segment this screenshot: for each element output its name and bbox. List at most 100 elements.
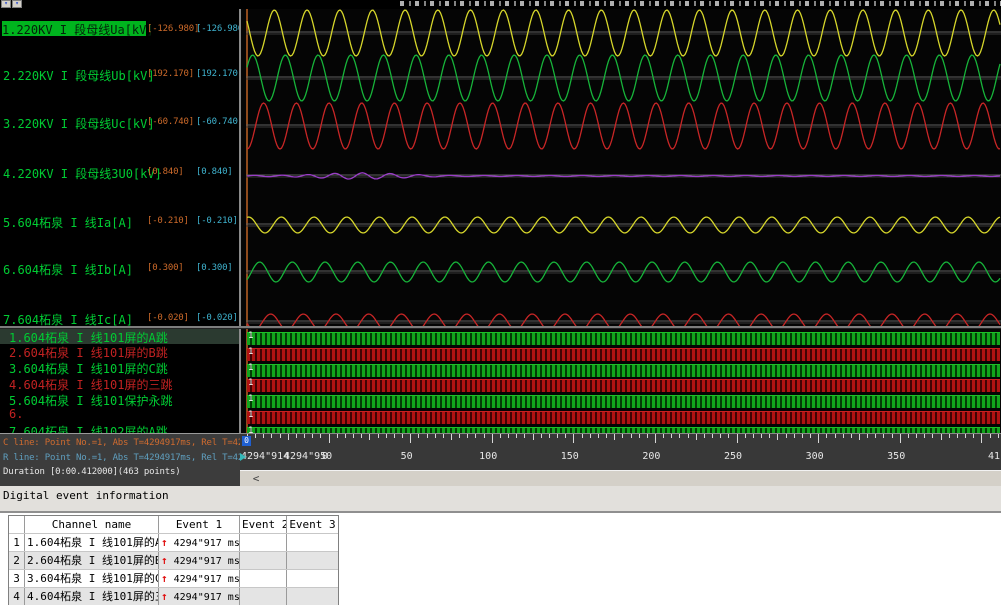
axis-tick xyxy=(320,434,321,438)
digital-state-label: 1 xyxy=(248,363,253,373)
channel-name-panel: 1.220KV I 段母线Ua[kV][-126.980][-126.980] 2… xyxy=(0,9,240,433)
axis-tick xyxy=(451,434,452,440)
axis-tick xyxy=(998,434,999,438)
axis-tick xyxy=(565,434,566,438)
event-channel-name: 2.604柘泉 I 线101屏的B跳 xyxy=(24,552,158,569)
axis-tick xyxy=(745,434,746,438)
analog-channel-row[interactable]: 2.220KV I 段母线Ub[kV][192.170][192.170] xyxy=(0,66,240,82)
event-time: 4294"917 ms xyxy=(174,538,239,549)
axis-tick xyxy=(981,434,982,443)
event-table-header-cell: Event 1 xyxy=(158,516,239,533)
axis-tick xyxy=(973,434,974,438)
digital-channel-row[interactable]: 7.604柘泉 I 线102屏的A跳 xyxy=(0,423,240,433)
analog-channel-label[interactable]: 2.220KV I 段母线Ub[kV] xyxy=(3,67,155,84)
axis-tick xyxy=(492,434,493,443)
digital-channel-row[interactable]: 4.604柘泉 I 线101屏的三跳 xyxy=(0,376,240,391)
event-2-cell xyxy=(239,534,286,551)
digital-channel-row[interactable]: 5.604柘泉 I 线101保护永跳 xyxy=(0,392,240,407)
axis-tick xyxy=(418,434,419,438)
event-3-cell xyxy=(286,570,338,587)
toolbar-button-1[interactable]: ▾ xyxy=(1,0,11,8)
event-2-cell xyxy=(239,588,286,605)
axis-tick xyxy=(647,434,648,438)
event-2-cell xyxy=(239,552,286,569)
event-table-row[interactable]: 44.604柘泉 I 线101屏的三跳↑4294"917 ms xyxy=(9,587,338,605)
digital-trace-bar[interactable]: 1 xyxy=(247,395,1000,408)
digital-channel-row[interactable]: 6. xyxy=(0,407,240,422)
axis-tick xyxy=(957,434,958,438)
axis-tick xyxy=(590,434,591,438)
digital-trace-bar[interactable]: 1 xyxy=(247,379,1000,392)
rising-edge-arrow-icon: ↑ xyxy=(161,554,168,567)
event-time: 4294"917 ms xyxy=(174,556,239,567)
analog-channel-row[interactable]: 4.220KV I 段母线3U0[kV][0.840][0.840] xyxy=(0,164,240,180)
horizontal-scrollbar[interactable]: < xyxy=(240,470,1001,486)
event-table-header-cell: Channel name xyxy=(24,516,158,533)
scroll-left-button[interactable]: < xyxy=(248,471,264,486)
toolbar-button-2[interactable]: ▾ xyxy=(12,0,22,8)
axis-tick-label: 350 xyxy=(887,451,905,462)
analog-channel-instant-value: [0.840] xyxy=(147,167,184,177)
analog-channel-instant-value: [-0.210] xyxy=(147,216,189,226)
event-table-area: Channel nameEvent 1Event 2Event 311.604柘… xyxy=(0,513,1001,605)
axis-tick xyxy=(859,434,860,440)
axis-tick-label: 0 xyxy=(322,451,328,462)
digital-channel-row[interactable]: 1.604柘泉 I 线101屏的A跳 xyxy=(0,329,240,344)
analog-channel-row[interactable]: 6.604柘泉 I 线Ib[A][0.300][0.300] xyxy=(0,260,240,276)
analog-channel-label[interactable]: 4.220KV I 段母线3U0[kV] xyxy=(3,165,162,182)
axis-tick xyxy=(329,434,330,443)
analog-channel-row[interactable]: 3.220KV I 段母线Uc[kV][-60.740][-60.740] xyxy=(0,114,240,130)
analog-channel-row[interactable]: 5.604柘泉 I 线Ia[A] [-0.210] [-0.210] xyxy=(0,213,240,229)
axis-tick xyxy=(484,434,485,438)
event-table-row[interactable]: 11.604柘泉 I 线101屏的A跳↑4294"917 ms xyxy=(9,533,338,551)
axis-tick xyxy=(598,434,599,438)
digital-trace-bar[interactable]: 1 xyxy=(247,411,1000,424)
axis-tick xyxy=(761,434,762,438)
axis-tick xyxy=(728,434,729,438)
digital-trace-bar[interactable]: 1 xyxy=(247,332,1000,345)
waveform-viewer-window: ▾ ▾ 1.220KV I 段母线Ua[kV][-126.980][-126.9… xyxy=(0,0,1001,605)
time-axis[interactable]: 4294"9144294"95005010015020025030035041 … xyxy=(240,433,1001,470)
analog-channel-label[interactable]: 3.220KV I 段母线Uc[kV] xyxy=(3,115,155,132)
analog-channel-label[interactable]: 1.220KV I 段母线Ua[kV] xyxy=(2,21,146,36)
event-1-cell: ↑4294"917 ms xyxy=(158,534,239,551)
axis-tick xyxy=(337,434,338,438)
analog-channel-row[interactable]: 1.220KV I 段母线Ua[kV][-126.980][-126.980] xyxy=(0,21,240,37)
analog-channel-instant-value: [-60.740] xyxy=(147,117,194,127)
analog-channel-label[interactable]: 6.604柘泉 I 线Ib[A] xyxy=(3,261,133,278)
event-table-header-row: Channel nameEvent 1Event 2Event 3 xyxy=(9,516,338,533)
axis-tick xyxy=(720,434,721,438)
axis-tick xyxy=(826,434,827,438)
digital-channel-row[interactable]: 2.604柘泉 I 线101屏的B跳 xyxy=(0,344,240,359)
event-row-number: 4 xyxy=(9,588,24,605)
axis-tick xyxy=(467,434,468,438)
analog-channel-row[interactable]: 7.604柘泉 I 线Ic[A][-0.020][-0.020] xyxy=(0,310,240,326)
section-title: Digital event information xyxy=(3,489,169,502)
waveform-area[interactable]: 1111111 xyxy=(240,9,1001,433)
panel-splitter[interactable] xyxy=(239,9,241,487)
axis-tick xyxy=(883,434,884,438)
digital-trace-bar[interactable]: 1 xyxy=(247,364,1000,377)
event-table-row[interactable]: 22.604柘泉 I 线101屏的B跳↑4294"917 ms xyxy=(9,551,338,569)
axis-tick xyxy=(459,434,460,438)
event-table-row[interactable]: 33.604柘泉 I 线101屏的C跳↑4294"917 ms xyxy=(9,569,338,587)
event-time: 4294"917 ms xyxy=(174,592,239,603)
axis-tick xyxy=(679,434,680,438)
analog-channel-ref-value: [-60.740] xyxy=(196,117,240,127)
event-table-header-cell: Event 3 xyxy=(286,516,338,533)
event-table-header-cell: Event 2 xyxy=(239,516,286,533)
axis-tick xyxy=(443,434,444,438)
digital-channel-row[interactable]: 3.604柘泉 I 线101屏的C跳 xyxy=(0,360,240,375)
axis-tick-label: 300 xyxy=(806,451,824,462)
axis-tick xyxy=(965,434,966,438)
axis-tick xyxy=(541,434,542,438)
axis-tick xyxy=(639,434,640,438)
analog-channel-ref-value: [-0.210] xyxy=(196,216,238,226)
axis-tick xyxy=(777,434,778,440)
analog-channel-label[interactable]: 5.604柘泉 I 线Ia[A] xyxy=(3,214,133,231)
axis-tick xyxy=(753,434,754,438)
digital-state-label: 1 xyxy=(248,331,253,341)
axis-tick xyxy=(557,434,558,438)
digital-trace-bar[interactable]: 1 xyxy=(247,348,1000,361)
axis-tick-label: 250 xyxy=(724,451,742,462)
